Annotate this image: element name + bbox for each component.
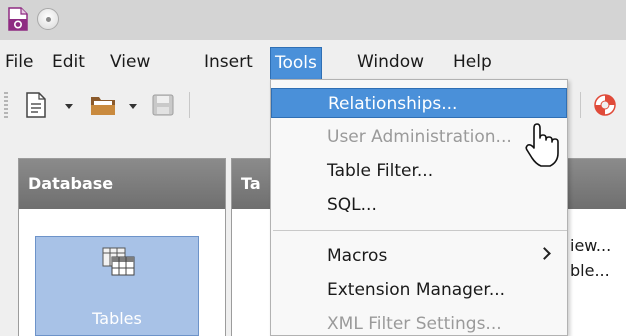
task-view-partial[interactable]: iew... [570, 236, 611, 255]
title-bar [0, 0, 626, 40]
tools-dropdown-menu: Relationships... User Administration... … [270, 79, 568, 336]
menu-insert[interactable]: Insert [204, 49, 253, 75]
menu-item-table-filter[interactable]: Table Filter... [271, 156, 567, 186]
menu-separator [273, 230, 567, 231]
tables-button[interactable]: Tables [35, 236, 199, 336]
open-dropdown-icon[interactable] [129, 104, 137, 109]
tables-icon [102, 247, 135, 276]
menu-item-user-administration: User Administration... [327, 127, 512, 147]
menu-item-macros-label: Macros [327, 246, 388, 266]
open-folder-icon[interactable] [90, 94, 116, 116]
menu-tools[interactable]: Tools [270, 47, 322, 80]
menu-item-relationships[interactable]: Relationships... [271, 88, 567, 118]
new-document-icon[interactable] [26, 92, 46, 118]
database-panel-header: Database [19, 159, 225, 209]
menu-item-macros[interactable]: Macros [271, 241, 567, 271]
menu-item-sql[interactable]: SQL... [271, 190, 567, 220]
submenu-arrow-icon [538, 247, 551, 260]
menu-help[interactable]: Help [453, 49, 492, 75]
toolbar-separator [580, 92, 581, 118]
task-table-partial[interactable]: ble... [570, 261, 610, 280]
tables-label: Tables [92, 309, 142, 328]
window-menu-icon[interactable] [37, 8, 59, 30]
menu-view[interactable]: View [110, 49, 150, 75]
save-icon[interactable] [152, 94, 174, 116]
new-dropdown-icon[interactable] [65, 104, 73, 109]
menu-file[interactable]: File [5, 49, 33, 75]
help-lifebuoy-icon[interactable] [593, 93, 617, 117]
base-app-icon [8, 7, 28, 31]
menu-edit[interactable]: Edit [52, 49, 85, 75]
toolbar-grip[interactable] [4, 92, 8, 120]
menu-item-extension-manager[interactable]: Extension Manager... [271, 275, 567, 305]
menu-item-xml-filter-settings: XML Filter Settings... [327, 314, 502, 334]
mouse-cursor-icon [525, 123, 559, 167]
toolbar-separator [189, 92, 190, 118]
menu-window[interactable]: Window [357, 49, 424, 75]
